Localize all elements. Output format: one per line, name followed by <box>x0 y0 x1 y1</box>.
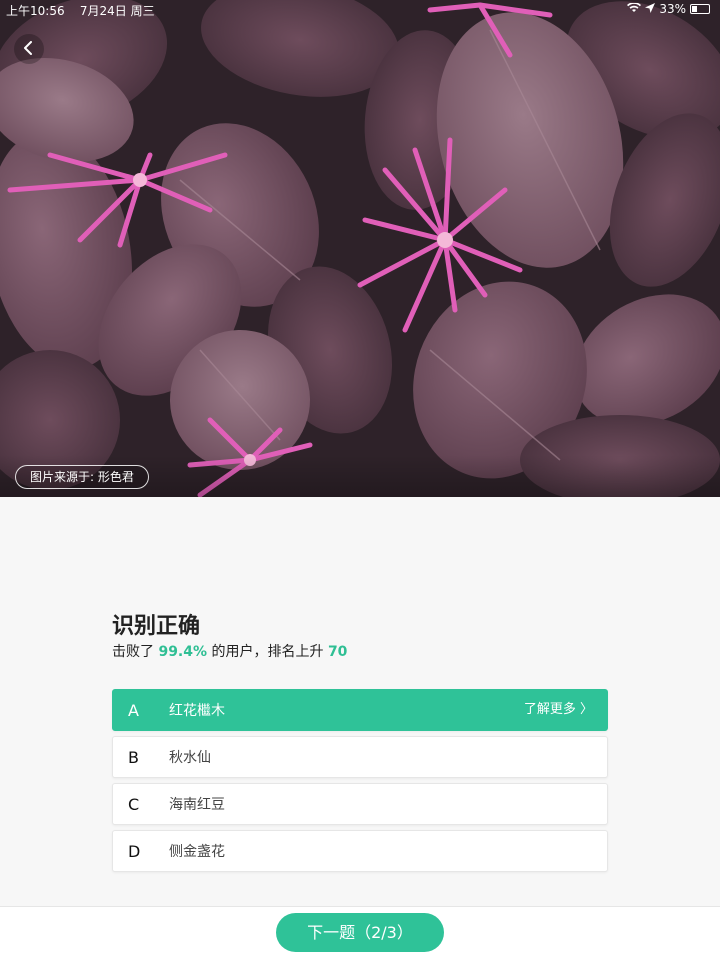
back-button[interactable] <box>14 34 44 64</box>
option-c[interactable]: C 海南红豆 <box>112 783 608 825</box>
option-letter: B <box>128 747 139 767</box>
status-left: 上午10:56 7月24日 周三 <box>6 2 155 19</box>
option-a[interactable]: A 红花檵木 了解更多 〉 <box>112 689 608 731</box>
option-letter: A <box>128 700 139 720</box>
status-right: 33% <box>627 2 710 16</box>
result-sub-middle: 的用户，排名上升 <box>207 644 328 660</box>
option-letter: C <box>128 794 140 814</box>
beaten-percent: 99.4% <box>158 644 208 660</box>
status-bar: 上午10:56 7月24日 周三 33% <box>0 0 720 20</box>
battery-percent: 33% <box>659 2 686 16</box>
answer-options: A 红花檵木 了解更多 〉 B 秋水仙 C 海南红豆 D 侧金盏花 <box>112 689 608 877</box>
plant-photo <box>0 0 720 497</box>
option-label: 海南红豆 <box>169 797 225 813</box>
next-question-button[interactable]: 下一题（2/3） <box>276 913 444 952</box>
option-label: 秋水仙 <box>169 750 211 766</box>
location-icon <box>645 2 656 16</box>
status-date: 7月24日 周三 <box>79 4 155 18</box>
option-d[interactable]: D 侧金盏花 <box>112 830 608 872</box>
chevron-left-icon <box>23 39 35 60</box>
wifi-icon <box>627 2 642 16</box>
result-title: 识别正确 <box>112 614 201 639</box>
option-label: 侧金盏花 <box>169 844 225 860</box>
option-label: 红花檵木 <box>169 703 225 719</box>
image-source-tag: 图片来源于: 形色君 <box>15 465 149 489</box>
result-sub-prefix: 击败了 <box>112 644 159 660</box>
result-summary: 击败了 99.4% 的用户，排名上升 70 <box>112 641 347 661</box>
option-b[interactable]: B 秋水仙 <box>112 736 608 778</box>
learn-more-link[interactable]: 了解更多 〉 <box>524 690 593 730</box>
plant-photo-illustration <box>0 0 720 497</box>
rank-up-value: 70 <box>327 644 348 660</box>
option-letter: D <box>128 841 141 861</box>
status-time: 上午10:56 <box>6 4 65 18</box>
battery-icon <box>690 4 710 14</box>
